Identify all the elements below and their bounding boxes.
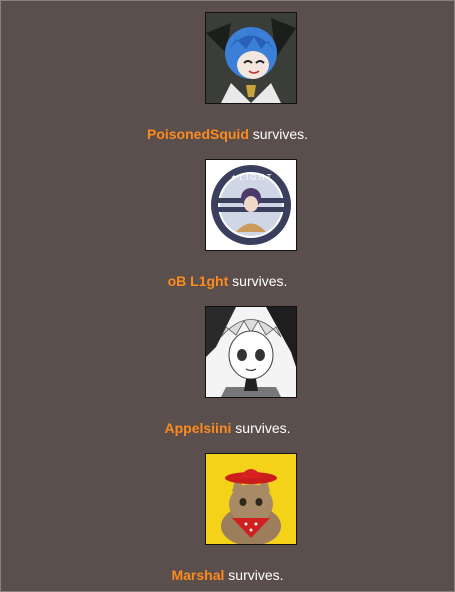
avatar-light-logo-icon: ✦ L I G H T <box>205 159 297 251</box>
avatar-manga-girl-icon <box>205 306 297 398</box>
status-text: survives. <box>228 273 288 289</box>
status-text: survives. <box>231 420 291 436</box>
avatar-cat-cowboy-icon <box>205 453 297 545</box>
player-name: PoisonedSquid <box>146 126 249 142</box>
survival-message: PoisonedSquid survives. <box>1 125 454 143</box>
survival-message: oB L1ght survives. <box>1 272 454 290</box>
avatar-anime-character-icon <box>205 12 297 104</box>
survival-message: Marshal survives. <box>1 566 454 584</box>
status-text: survives. <box>224 567 284 583</box>
player-name: Marshal <box>171 567 225 583</box>
player-name: oB L1ght <box>167 273 229 289</box>
survivors-list: PoisonedSquid survives. ✦ L I G H T oB L… <box>0 0 455 592</box>
status-text: survives. <box>248 126 308 142</box>
survival-message: Appelsiini survives. <box>1 419 454 437</box>
player-name: Appelsiini <box>164 420 232 436</box>
svg-text:✦ L I G H T: ✦ L I G H T <box>231 173 272 182</box>
